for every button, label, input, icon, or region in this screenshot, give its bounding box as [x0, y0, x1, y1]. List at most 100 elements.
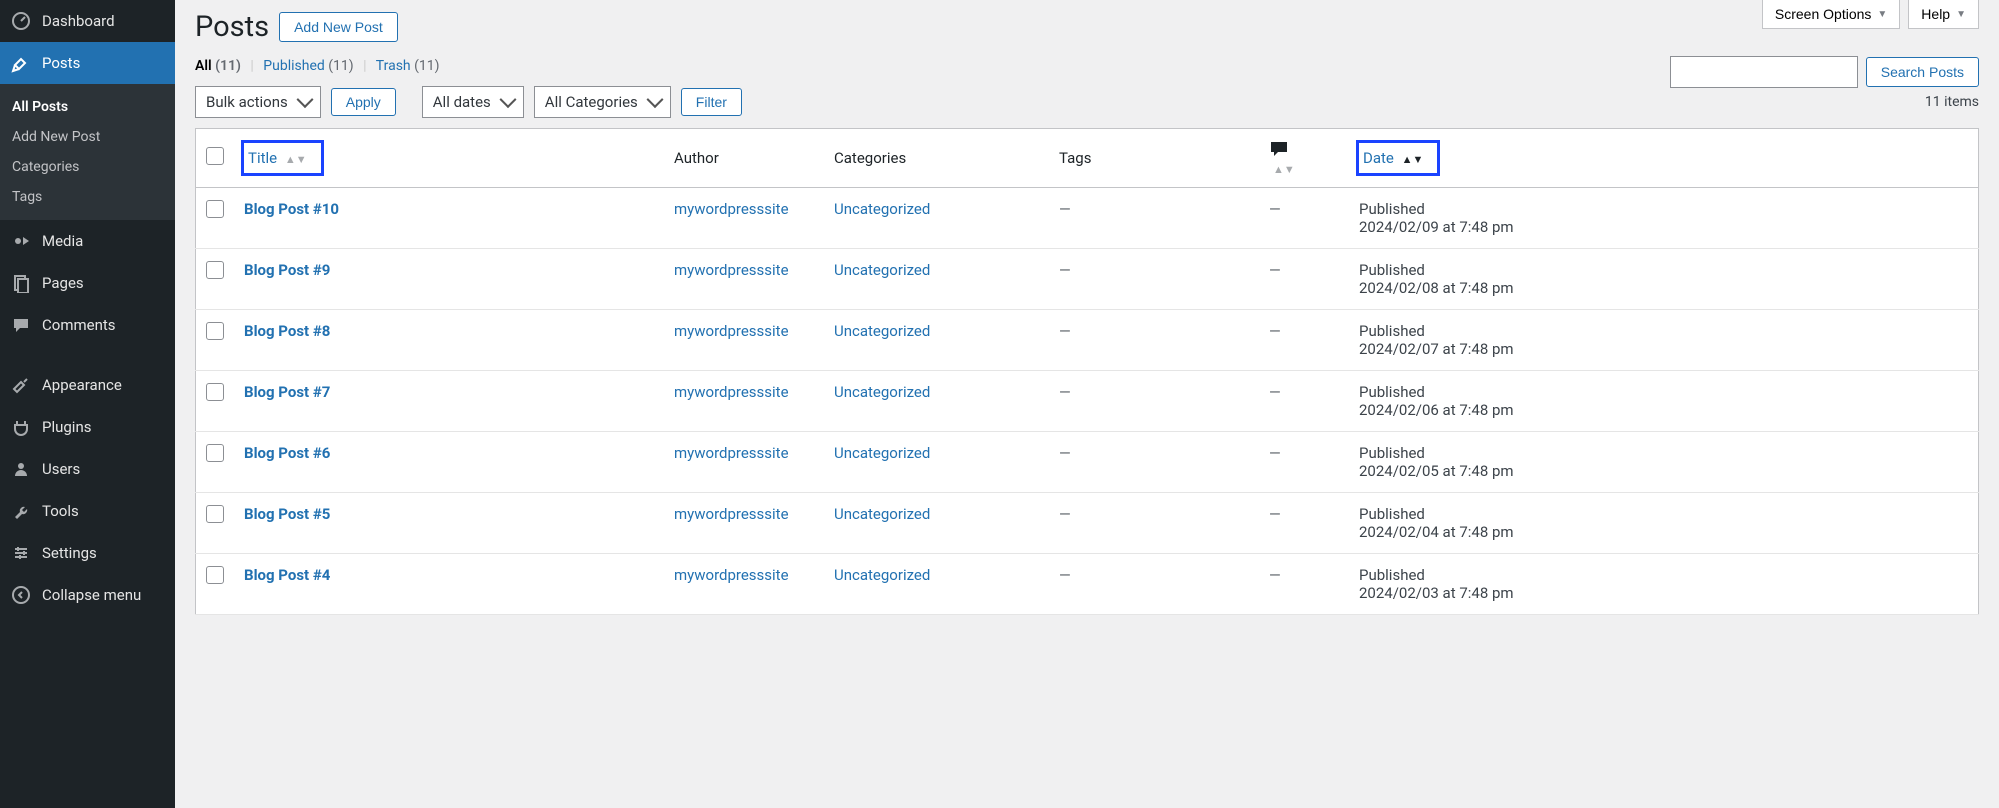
post-comments: — [1269, 505, 1281, 523]
date-filter-select[interactable]: All dates [422, 86, 524, 118]
table-row: Blog Post #9 mywordpresssite Uncategorized… [196, 249, 1979, 310]
post-title-link[interactable]: Blog Post #9 [244, 261, 330, 279]
filter-all-count: (11) [215, 58, 241, 74]
filter-button[interactable]: Filter [681, 88, 742, 116]
sidebar-item-label: Settings [42, 544, 97, 562]
row-checkbox[interactable] [206, 383, 224, 401]
post-category-link[interactable]: Uncategorized [834, 383, 930, 401]
post-tags: — [1059, 505, 1071, 523]
add-new-post-button[interactable]: Add New Post [279, 12, 398, 42]
post-status: Published [1359, 200, 1968, 218]
filter-published-count: (11) [328, 58, 353, 74]
post-status: Published [1359, 383, 1968, 401]
post-title-link[interactable]: Blog Post #7 [244, 383, 330, 401]
sidebar-item-settings[interactable]: Settings [0, 532, 175, 574]
post-author-link[interactable]: mywordpresssite [674, 505, 789, 523]
row-checkbox[interactable] [206, 261, 224, 279]
filter-trash[interactable]: Trash [376, 58, 414, 74]
post-category-link[interactable]: Uncategorized [834, 505, 930, 523]
post-status: Published [1359, 322, 1968, 340]
submenu-add-new-post[interactable]: Add New Post [0, 122, 175, 152]
post-category-link[interactable]: Uncategorized [834, 444, 930, 462]
post-category-link[interactable]: Uncategorized [834, 261, 930, 279]
sidebar-item-label: Plugins [42, 418, 91, 436]
post-comments: — [1269, 444, 1281, 462]
submenu-all-posts[interactable]: All Posts [0, 92, 175, 122]
post-author-link[interactable]: mywordpresssite [674, 444, 789, 462]
column-date[interactable]: Date ▲▼ [1349, 129, 1979, 188]
sidebar-item-media[interactable]: Media [0, 220, 175, 262]
sidebar-item-plugins[interactable]: Plugins [0, 406, 175, 448]
admin-sidebar: Dashboard Posts All Posts Add New Post C… [0, 0, 175, 808]
help-toggle[interactable]: Help ▼ [1908, 0, 1979, 29]
items-count: 11 items [1925, 94, 1979, 110]
bulk-actions-select[interactable]: Bulk actions [195, 86, 321, 118]
column-date-label: Date [1363, 149, 1394, 167]
post-author-link[interactable]: mywordpresssite [674, 566, 789, 584]
filter-all[interactable]: All (11) [195, 58, 244, 74]
post-comments: — [1269, 322, 1281, 340]
submenu-tags[interactable]: Tags [0, 182, 175, 212]
sort-indicator-icon: ▲▼ [1273, 163, 1295, 176]
post-author-link[interactable]: mywordpresssite [674, 261, 789, 279]
row-checkbox[interactable] [206, 322, 224, 340]
post-comments: — [1269, 261, 1281, 279]
post-title-link[interactable]: Blog Post #8 [244, 322, 330, 340]
post-tags: — [1059, 261, 1071, 279]
post-timestamp: 2024/02/07 at 7:48 pm [1359, 340, 1968, 358]
post-timestamp: 2024/02/03 at 7:48 pm [1359, 584, 1968, 602]
category-filter-select[interactable]: All Categories [534, 86, 671, 118]
sidebar-item-comments[interactable]: Comments [0, 304, 175, 346]
table-row: Blog Post #10 mywordpresssite Uncategorize… [196, 188, 1979, 249]
plugins-icon [10, 416, 32, 438]
appearance-icon [10, 374, 32, 396]
search-posts-button[interactable]: Search Posts [1866, 57, 1979, 87]
post-timestamp: 2024/02/04 at 7:48 pm [1359, 523, 1968, 541]
post-author-link[interactable]: mywordpresssite [674, 200, 789, 218]
post-title-link[interactable]: Blog Post #6 [244, 444, 330, 462]
table-row: Blog Post #8 mywordpresssite Uncategorized… [196, 310, 1979, 371]
post-category-link[interactable]: Uncategorized [834, 566, 930, 584]
settings-icon [10, 542, 32, 564]
search-input[interactable] [1670, 56, 1858, 88]
post-author-link[interactable]: mywordpresssite [674, 322, 789, 340]
row-checkbox[interactable] [206, 566, 224, 584]
row-checkbox[interactable] [206, 200, 224, 218]
row-checkbox[interactable] [206, 505, 224, 523]
sidebar-item-label: Collapse menu [42, 586, 141, 604]
sidebar-item-label: Dashboard [42, 12, 115, 30]
sidebar-item-dashboard[interactable]: Dashboard [0, 0, 175, 42]
post-title-link[interactable]: Blog Post #4 [244, 566, 330, 584]
post-title-link[interactable]: Blog Post #5 [244, 505, 330, 523]
sidebar-item-collapse[interactable]: Collapse menu [0, 574, 175, 616]
table-row: Blog Post #4 mywordpresssite Uncategorized… [196, 554, 1979, 615]
sidebar-item-appearance[interactable]: Appearance [0, 364, 175, 406]
sidebar-item-tools[interactable]: Tools [0, 490, 175, 532]
submenu-categories[interactable]: Categories [0, 152, 175, 182]
sidebar-item-posts[interactable]: Posts [0, 42, 175, 84]
sidebar-item-pages[interactable]: Pages [0, 262, 175, 304]
post-category-link[interactable]: Uncategorized [834, 200, 930, 218]
row-checkbox[interactable] [206, 444, 224, 462]
column-comments[interactable]: ▲▼ [1259, 129, 1349, 188]
column-title[interactable]: Title ▲▼ [234, 129, 664, 188]
tablenav-top: Bulk actions Apply All dates All Categor… [195, 86, 1979, 118]
post-author-link[interactable]: mywordpresssite [674, 383, 789, 401]
column-author: Author [664, 129, 824, 188]
post-tags: — [1059, 383, 1071, 401]
post-timestamp: 2024/02/06 at 7:48 pm [1359, 401, 1968, 419]
users-icon [10, 458, 32, 480]
separator: | [250, 58, 253, 74]
screen-options-toggle[interactable]: Screen Options ▼ [1762, 0, 1900, 29]
post-date: Published2024/02/07 at 7:48 pm [1349, 310, 1979, 371]
apply-button[interactable]: Apply [331, 88, 396, 116]
post-title-link[interactable]: Blog Post #10 [244, 200, 339, 218]
main-content: Screen Options ▼ Help ▼ Posts Add New Po… [175, 0, 1999, 808]
post-category-link[interactable]: Uncategorized [834, 322, 930, 340]
sidebar-item-users[interactable]: Users [0, 448, 175, 490]
screen-meta-toggles: Screen Options ▼ Help ▼ [1762, 0, 1979, 29]
filter-published[interactable]: Published [263, 58, 328, 74]
column-tags: Tags [1049, 129, 1259, 188]
select-all-checkbox[interactable] [206, 147, 224, 165]
post-date: Published2024/02/03 at 7:48 pm [1349, 554, 1979, 615]
